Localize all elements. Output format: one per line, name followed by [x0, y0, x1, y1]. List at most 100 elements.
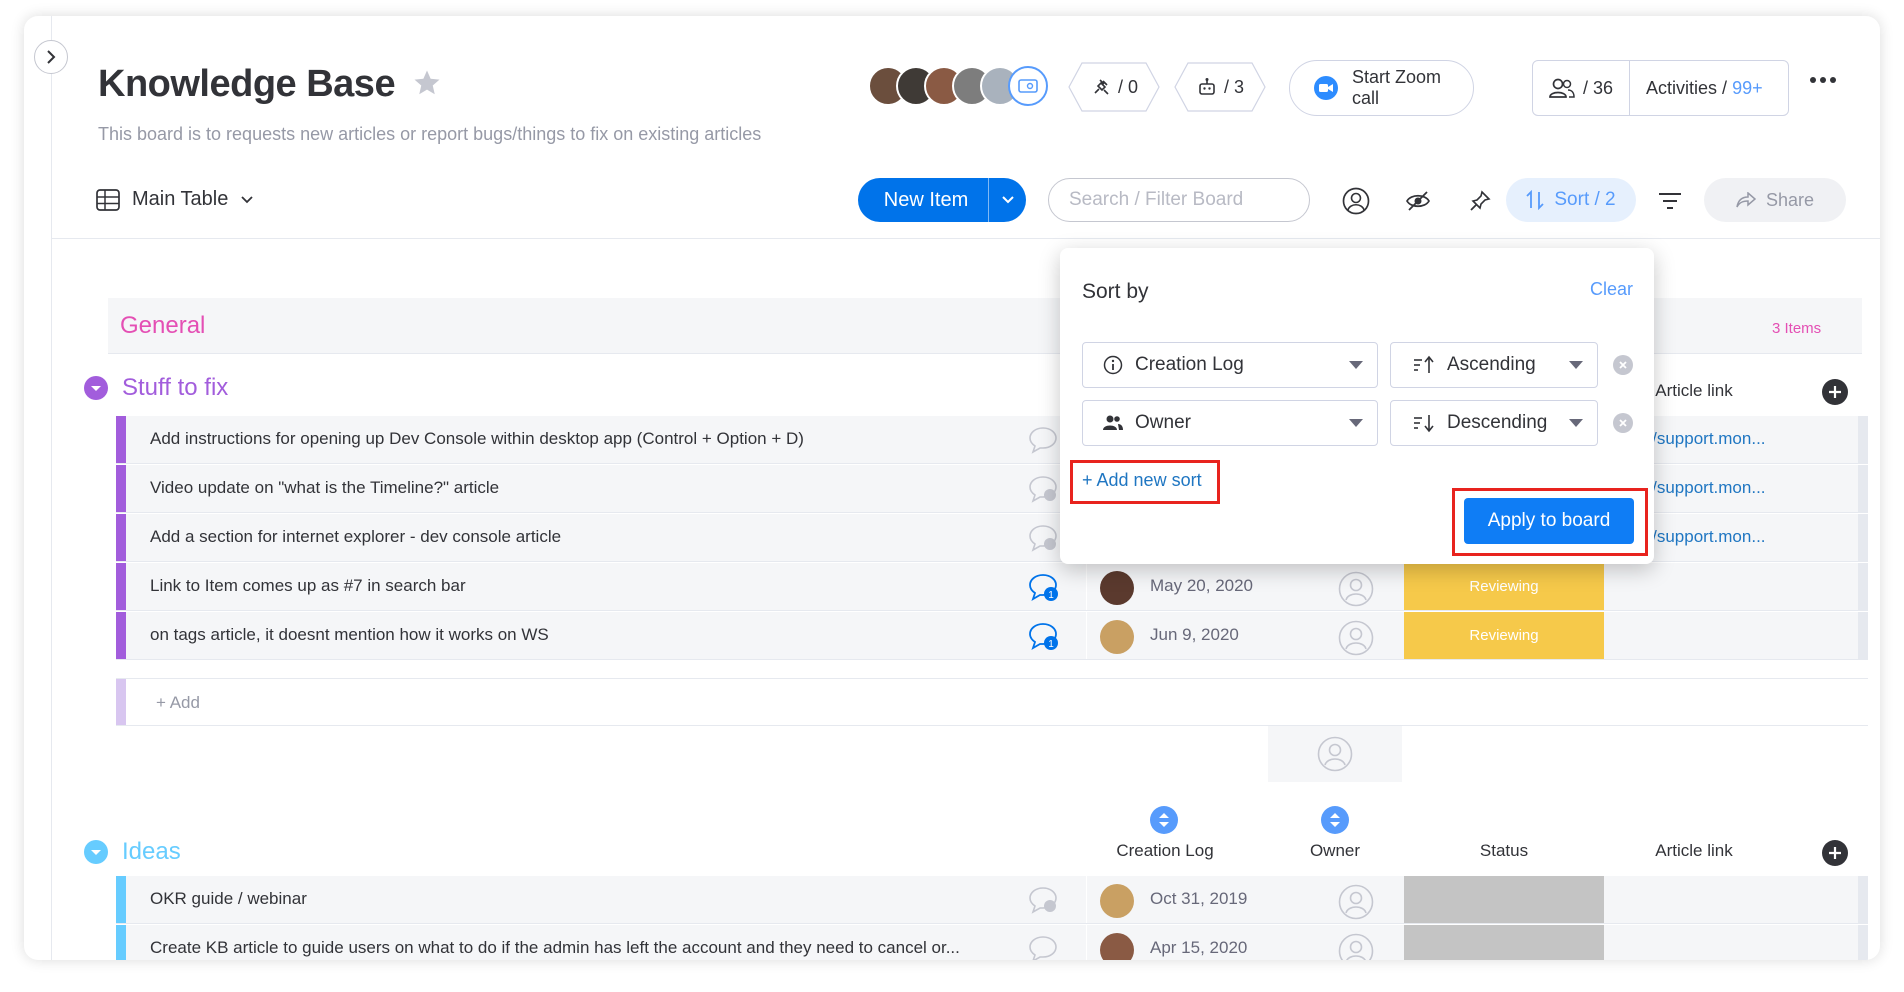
column-header-article-link[interactable]: Article link — [1634, 841, 1754, 861]
robot-icon — [1199, 78, 1215, 95]
new-item-dropdown[interactable] — [988, 178, 1026, 222]
more-options-icon[interactable] — [1809, 76, 1837, 84]
item-name[interactable]: on tags article, it doesnt mention how i… — [150, 625, 549, 645]
hide-columns-icon[interactable] — [1404, 187, 1432, 215]
new-item-button[interactable]: New Item — [858, 178, 1026, 222]
add-new-sort-button[interactable]: + Add new sort — [1082, 470, 1202, 491]
chat-bubble-icon[interactable] — [1028, 524, 1058, 552]
sort-direction-select-1[interactable]: Ascending — [1390, 342, 1598, 388]
owner-placeholder-icon[interactable] — [1338, 571, 1374, 607]
board-description[interactable]: This board is to requests new articles o… — [98, 124, 761, 145]
clear-sort-button[interactable]: Clear — [1590, 279, 1633, 300]
sort-column-select-2[interactable]: Owner — [1082, 400, 1378, 446]
table-row[interactable]: Create KB article to guide users on what… — [116, 925, 1868, 960]
row-color-bar — [116, 563, 126, 610]
activities-button[interactable]: Activities / 99+ — [1630, 78, 1763, 99]
creation-date: May 20, 2020 — [1150, 576, 1254, 595]
guest-view-icon — [1008, 66, 1048, 106]
add-item-row[interactable]: + Add — [116, 678, 1868, 726]
sort-direction-value: Descending — [1447, 412, 1548, 433]
chevron-down-icon — [241, 195, 253, 203]
zoom-label: Start Zoom call — [1352, 67, 1442, 108]
avatar[interactable] — [1100, 884, 1134, 918]
remove-sort-icon[interactable] — [1613, 355, 1633, 375]
group-title-ideas[interactable]: Ideas — [84, 838, 181, 866]
row-color-bar — [116, 514, 126, 561]
column-header-owner[interactable]: Owner — [1270, 841, 1400, 861]
star-icon[interactable] — [412, 68, 442, 98]
table-row[interactable]: OKR guide / webinar Oct 31, 2019 — [116, 876, 1868, 924]
owner-summary-cell — [1268, 726, 1402, 782]
item-name[interactable]: Video update on "what is the Timeline?" … — [150, 478, 499, 498]
creation-date: Jun 9, 2020 — [1150, 625, 1239, 644]
plug-icon — [1094, 79, 1109, 95]
sort-button[interactable]: Sort / 2 — [1506, 178, 1636, 222]
column-header-creation-log[interactable]: Creation Log — [1090, 841, 1240, 861]
status-cell[interactable]: Reviewing — [1404, 612, 1604, 659]
main-table-view-selector[interactable]: Main Table — [96, 188, 254, 211]
item-name[interactable]: Add a section for internet explorer - de… — [150, 527, 561, 547]
chevron-down-circle-icon[interactable] — [84, 840, 108, 864]
add-column-icon[interactable] — [1822, 379, 1848, 405]
status-cell[interactable] — [1404, 876, 1604, 923]
chat-bubble-icon[interactable]: 1 — [1028, 622, 1060, 652]
owner-placeholder-icon[interactable] — [1338, 620, 1374, 656]
avatar[interactable] — [1100, 620, 1134, 654]
item-name[interactable]: Create KB article to guide users on what… — [150, 938, 960, 958]
status-cell[interactable]: Reviewing — [1404, 563, 1604, 610]
expand-sidebar-button[interactable] — [34, 40, 68, 74]
table-row[interactable]: Link to Item comes up as #7 in search ba… — [116, 563, 1868, 611]
chat-bubble-icon[interactable] — [1028, 426, 1058, 454]
row-color-bar — [116, 416, 126, 463]
owner-placeholder-icon[interactable] — [1338, 933, 1374, 960]
chat-count: 1 — [1048, 639, 1054, 650]
pin-icon[interactable] — [1466, 187, 1494, 215]
row-end — [1858, 465, 1868, 512]
caret-down-icon — [1349, 361, 1363, 369]
item-name[interactable]: Link to Item comes up as #7 in search ba… — [150, 576, 466, 596]
integrations-button[interactable]: / 0 — [1068, 62, 1160, 112]
automations-button[interactable]: / 3 — [1174, 62, 1266, 112]
column-header-status[interactable]: Status — [1404, 841, 1604, 861]
share-label: Share — [1765, 189, 1815, 210]
add-column-icon[interactable] — [1822, 840, 1848, 866]
members-button[interactable]: / 36 — [1533, 61, 1631, 115]
share-button[interactable]: Share — [1704, 178, 1846, 222]
info-icon — [1103, 355, 1123, 375]
creation-date: Oct 31, 2019 — [1150, 889, 1248, 908]
row-end — [1858, 612, 1868, 659]
header-divider — [52, 238, 1880, 239]
sort-indicator-owner-icon[interactable] — [1321, 806, 1349, 834]
group-title-general[interactable]: General — [120, 312, 205, 340]
sort-ascending-icon — [1413, 355, 1435, 375]
item-name[interactable]: OKR guide / webinar — [150, 889, 307, 909]
avatar[interactable] — [1100, 933, 1134, 960]
group-items-count: 3 Items — [1772, 320, 1822, 337]
board-title[interactable]: Knowledge Base — [98, 63, 396, 106]
chat-bubble-icon[interactable] — [1028, 935, 1058, 960]
people-icon — [1549, 78, 1575, 98]
owner-placeholder-icon[interactable] — [1338, 884, 1374, 920]
remove-sort-icon[interactable] — [1613, 413, 1633, 433]
chat-bubble-icon[interactable] — [1028, 475, 1058, 503]
sort-column-select-1[interactable]: Creation Log — [1082, 342, 1378, 388]
sort-direction-select-2[interactable]: Descending — [1390, 400, 1598, 446]
filter-icon[interactable] — [1656, 187, 1684, 215]
item-name[interactable]: Add instructions for opening up Dev Cons… — [150, 429, 804, 449]
chat-bubble-icon[interactable] — [1028, 886, 1058, 914]
person-filter-icon[interactable] — [1342, 187, 1370, 215]
sort-indicator-creation-log-icon[interactable] — [1150, 806, 1178, 834]
start-zoom-call-button[interactable]: Start Zoom call — [1289, 60, 1474, 116]
chat-bubble-icon[interactable]: 1 — [1028, 573, 1060, 603]
group-title-stuff-to-fix[interactable]: Stuff to fix — [84, 374, 228, 402]
table-row[interactable]: on tags article, it doesnt mention how i… — [116, 612, 1868, 660]
cell-divider — [1086, 925, 1087, 960]
apply-to-board-button[interactable]: Apply to board — [1464, 498, 1634, 544]
row-color-bar — [116, 876, 126, 923]
chevron-down-circle-icon[interactable] — [84, 376, 108, 400]
avatar[interactable] — [1100, 571, 1134, 605]
board-members-avatars[interactable] — [868, 66, 1068, 106]
status-cell[interactable] — [1404, 925, 1604, 960]
creation-date: Apr 15, 2020 — [1150, 938, 1248, 957]
search-filter-input[interactable]: Search / Filter Board — [1048, 178, 1310, 222]
